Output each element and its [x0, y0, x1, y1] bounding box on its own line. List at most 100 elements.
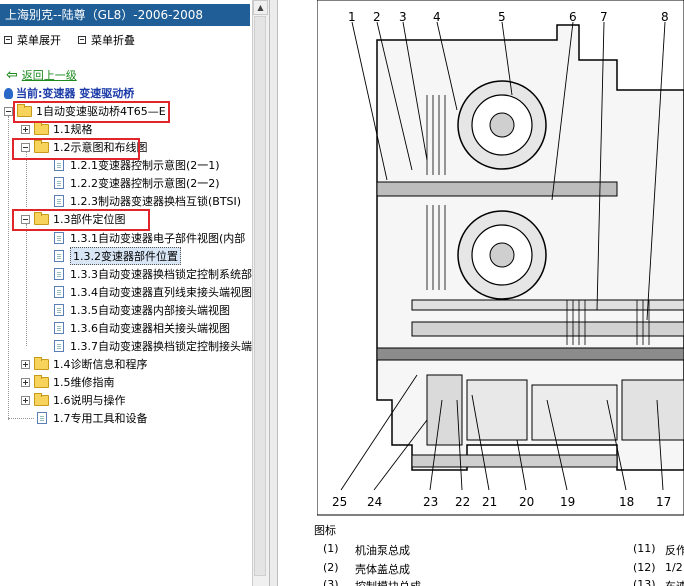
folder-icon: [34, 392, 49, 406]
legend-title: 图标: [314, 524, 336, 537]
collapse-menu-icon: [78, 36, 86, 44]
tree-node-1-7[interactable]: 1.7专用工具和设备: [37, 410, 148, 426]
callout-4: 4: [433, 10, 441, 24]
tree-node-label: 1.6说明与操作: [53, 394, 126, 407]
legend-row: (1) 机油泵总成: [323, 542, 410, 558]
callout-19: 19: [560, 495, 575, 509]
tree-node-label: 1.3.6自动变速器相关接头端视图: [70, 322, 230, 335]
pane-divider[interactable]: [269, 0, 278, 586]
legend-text: 车速: [665, 578, 684, 586]
highlight-box: [12, 209, 150, 231]
tree-node-label: 1.3.3自动变速器换档锁定控制系统部: [70, 268, 252, 281]
tree-node-1-3-3[interactable]: 1.3.3自动变速器换档锁定控制系统部: [54, 266, 252, 282]
legend-number: (1): [323, 542, 339, 555]
document-icon: [54, 159, 64, 171]
expand-toggle-icon[interactable]: [21, 124, 30, 134]
tree-line: [26, 224, 27, 346]
tree-node-label-selected: 1.3.2变速器部件位置: [70, 247, 181, 265]
legend-row: (11) 反作: [633, 542, 684, 558]
tree-node-1-3-6[interactable]: 1.3.6自动变速器相关接头端视图: [54, 320, 230, 336]
legend-number: (13): [633, 578, 656, 586]
legend-number: (12): [633, 561, 656, 574]
callout-3: 3: [399, 10, 407, 24]
document-icon: [37, 412, 47, 424]
legend-number: (11): [633, 542, 656, 555]
legend-row: (13) 车速: [633, 578, 684, 586]
tree-node-1-2-3[interactable]: 1.2.3制动器变速器换档互锁(BTSI): [54, 193, 241, 209]
tree-node-1-3-4[interactable]: 1.3.4自动变速器直列线束接头端视图: [54, 284, 252, 300]
callout-24: 24: [367, 495, 382, 509]
tree-node-1-5[interactable]: 1.5维修指南: [21, 374, 115, 390]
tree-node-1-4[interactable]: 1.4诊断信息和程序: [21, 356, 148, 372]
collapse-menu-button[interactable]: 菜单折叠: [78, 33, 135, 47]
callout-25: 25: [332, 495, 347, 509]
expand-toggle-icon[interactable]: [21, 377, 30, 387]
document-icon: [54, 177, 64, 189]
callout-22: 22: [455, 495, 470, 509]
tree-node-label: 1.4诊断信息和程序: [53, 358, 148, 371]
back-link-label: 返回上一级: [21, 69, 77, 82]
callout-6: 6: [569, 10, 577, 24]
tree-node-1-3-5[interactable]: 1.3.5自动变速器内部接头端视图: [54, 302, 230, 318]
legend-text: 机油泵总成: [355, 544, 410, 557]
callout-2: 2: [373, 10, 381, 24]
expand-toggle-icon[interactable]: [21, 395, 30, 405]
tree-node-1-3-7[interactable]: 1.3.7自动变速器换档锁定控制接头端: [54, 338, 252, 354]
tree-line: [8, 116, 9, 420]
legend-row: (2) 壳体盖总成: [323, 561, 410, 577]
scroll-up-arrow-icon[interactable]: ▲: [253, 0, 268, 15]
tree-node-1-1[interactable]: 1.1规格: [21, 121, 93, 137]
document-icon: [54, 322, 64, 334]
current-location: 当前:变速器 变速驱动桥: [4, 85, 134, 101]
current-location-label: 当前:变速器 变速驱动桥: [16, 87, 135, 100]
callout-8: 8: [661, 10, 669, 24]
tree-node-label: 1.3.5自动变速器内部接头端视图: [70, 304, 230, 317]
legend-text: 壳体盖总成: [355, 563, 410, 576]
tree-node-label: 1.2.2变速器控制示意图(2一2): [70, 177, 220, 190]
callout-20: 20: [519, 495, 534, 509]
highlight-box: [13, 101, 170, 123]
document-icon: [54, 340, 64, 352]
expand-menu-icon: [4, 36, 12, 44]
folder-icon: [34, 356, 49, 370]
tree-node-1-3-2[interactable]: 1.3.2变速器部件位置: [54, 247, 181, 265]
callout-21: 21: [482, 495, 497, 509]
location-pin-icon: [4, 87, 13, 99]
expand-toggle-icon[interactable]: [21, 359, 30, 369]
highlight-box: [12, 138, 140, 160]
document-icon: [54, 250, 64, 262]
expand-menu-button[interactable]: 菜单展开: [4, 33, 61, 47]
tree-line: [26, 152, 27, 207]
folder-icon: [34, 374, 49, 388]
tree-node-1-2-2[interactable]: 1.2.2变速器控制示意图(2一2): [54, 175, 220, 191]
tree-node-label: 1.3.4自动变速器直列线束接头端视图: [70, 286, 252, 299]
legend-text: 控制模块总成: [355, 578, 421, 586]
tree-node-label: 1.3.1自动变速器电子部件视图(内部: [70, 232, 246, 245]
legend-number: (3): [323, 578, 339, 586]
collapse-menu-label: 菜单折叠: [91, 34, 135, 47]
callout-17: 17: [656, 495, 671, 509]
tree-node-label: 1.1规格: [53, 123, 93, 136]
tree-node-1-3-1[interactable]: 1.3.1自动变速器电子部件视图(内部: [54, 230, 245, 246]
transmission-cutaway-diagram: 1 2 3 4 5 6 7 8 25 24 23 22 21 20 19 18 …: [317, 0, 684, 516]
document-icon: [54, 304, 64, 316]
tree-node-label: 1.5维修指南: [53, 376, 115, 389]
document-icon: [54, 286, 64, 298]
collapse-toggle-icon[interactable]: [4, 106, 13, 116]
legend-text: 1/2: [665, 561, 683, 574]
callout-18: 18: [619, 495, 634, 509]
document-icon: [54, 268, 64, 280]
legend-text: 反作: [665, 544, 684, 557]
scrollbar-thumb[interactable]: [254, 16, 266, 576]
back-arrow-icon: ⇦: [6, 67, 18, 83]
window-title: 上海别克--陆尊（GL8）-2006-2008: [0, 4, 250, 26]
document-icon: [54, 195, 64, 207]
tree-node-1-6[interactable]: 1.6说明与操作: [21, 392, 126, 408]
legend-row: (3) 控制模块总成: [323, 578, 421, 586]
legend-row: (12) 1/2: [633, 561, 683, 574]
back-link[interactable]: ⇦ 返回上一级: [6, 67, 77, 83]
document-icon: [54, 232, 64, 244]
callout-7: 7: [600, 10, 608, 24]
folder-icon: [34, 121, 49, 135]
expand-menu-label: 菜单展开: [17, 34, 61, 47]
